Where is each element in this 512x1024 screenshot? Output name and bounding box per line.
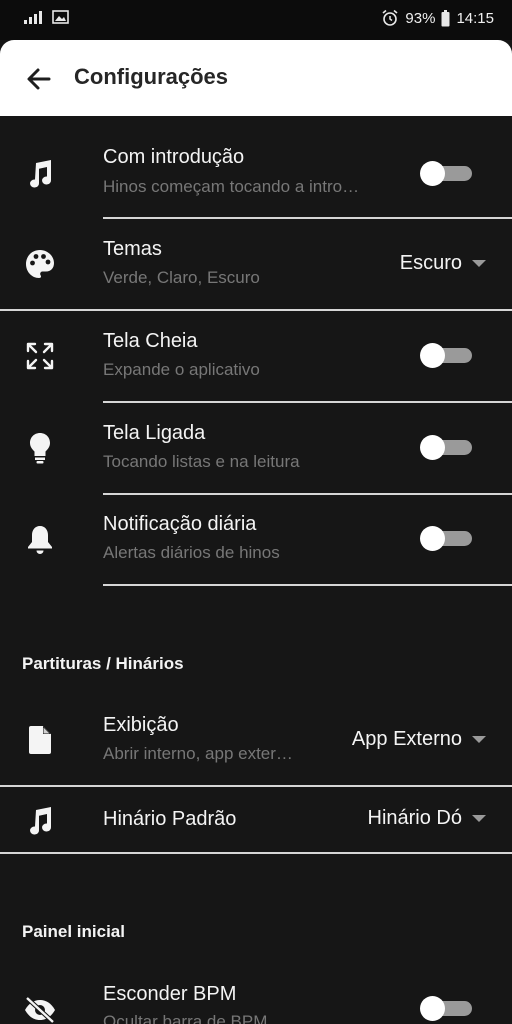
- setting-display[interactable]: Exibição Abrir interno, app exter… App E…: [0, 694, 512, 786]
- setting-hide-bpm[interactable]: Esconder BPM Ocultar barra de BPM: [0, 966, 512, 1024]
- setting-subtitle: Ocultar barra de BPM: [103, 1012, 268, 1024]
- palette-icon: [22, 246, 58, 282]
- file-icon: [22, 722, 58, 758]
- fullscreen-toggle[interactable]: [420, 343, 474, 368]
- setting-title: Tela Ligada: [103, 422, 206, 444]
- music-note-icon: [22, 156, 58, 192]
- app-bar: Configurações: [0, 40, 512, 116]
- setting-subtitle: Verde, Claro, Escuro: [103, 268, 260, 287]
- setting-screen-on[interactable]: Tela Ligada Tocando listas e na leitura: [0, 402, 512, 494]
- bell-icon: [22, 521, 58, 557]
- clock: 14:15: [456, 9, 494, 27]
- setting-title: Temas: [103, 238, 162, 260]
- image-icon: [52, 10, 69, 24]
- chevron-down-icon: [472, 736, 486, 743]
- setting-title: Tela Cheia: [103, 330, 198, 352]
- battery-icon: [441, 9, 450, 26]
- intro-toggle[interactable]: [420, 161, 474, 186]
- setting-subtitle: Hinos começam tocando a intro…: [103, 177, 360, 196]
- setting-subtitle: Abrir interno, app exter…: [103, 744, 293, 763]
- section-header-home: Painel inicial: [22, 922, 125, 941]
- chevron-down-icon: [472, 260, 486, 267]
- display-dropdown[interactable]: App Externo: [352, 728, 486, 751]
- setting-daily-notification[interactable]: Notificação diária Alertas diários de hi…: [0, 494, 512, 584]
- default-hymnal-dropdown[interactable]: Hinário Dó: [368, 807, 486, 830]
- hide-bpm-toggle[interactable]: [420, 996, 474, 1021]
- setting-subtitle: Tocando listas e na leitura: [103, 452, 300, 471]
- setting-intro[interactable]: Com introdução Hinos começam tocando a i…: [0, 116, 512, 218]
- section-header-sheets: Partituras / Hinários: [22, 654, 184, 673]
- setting-subtitle: Expande o aplicativo: [103, 360, 260, 379]
- dropdown-value: App Externo: [351, 728, 462, 750]
- music-note-icon: [22, 803, 58, 839]
- setting-fullscreen[interactable]: Tela Cheia Expande o aplicativo: [0, 310, 512, 402]
- screen-on-toggle[interactable]: [420, 435, 474, 460]
- fullscreen-icon: [22, 338, 58, 374]
- divider: [0, 852, 512, 854]
- alarm-icon: [382, 9, 398, 26]
- setting-title: Exibição: [103, 714, 179, 736]
- status-bar: 93% 14:15: [0, 0, 512, 40]
- chevron-down-icon: [472, 815, 486, 822]
- setting-title: Notificação diária: [103, 513, 257, 535]
- signal-icon: [24, 10, 42, 24]
- setting-theme[interactable]: Temas Verde, Claro, Escuro Escuro: [0, 218, 512, 310]
- theme-dropdown[interactable]: Escuro: [400, 252, 486, 275]
- setting-subtitle: Alertas diários de hinos: [103, 543, 280, 562]
- setting-title: Esconder BPM: [103, 983, 237, 1005]
- arrow-left-icon: [27, 68, 51, 90]
- dropdown-value: Hinário Dó: [367, 807, 462, 829]
- eye-off-icon: [22, 992, 58, 1024]
- back-button[interactable]: [22, 62, 56, 96]
- setting-default-hymnal[interactable]: Hinário Padrão Hinário Dó: [0, 787, 512, 853]
- setting-title: Hinário Padrão: [103, 808, 237, 830]
- daily-notification-toggle[interactable]: [420, 526, 474, 551]
- setting-title: Com introdução: [103, 146, 245, 168]
- divider: [103, 584, 512, 586]
- page-title: Configurações: [74, 64, 229, 89]
- lightbulb-icon: [22, 430, 58, 466]
- battery-percentage: 93%: [405, 9, 436, 27]
- dropdown-value: Escuro: [399, 252, 462, 274]
